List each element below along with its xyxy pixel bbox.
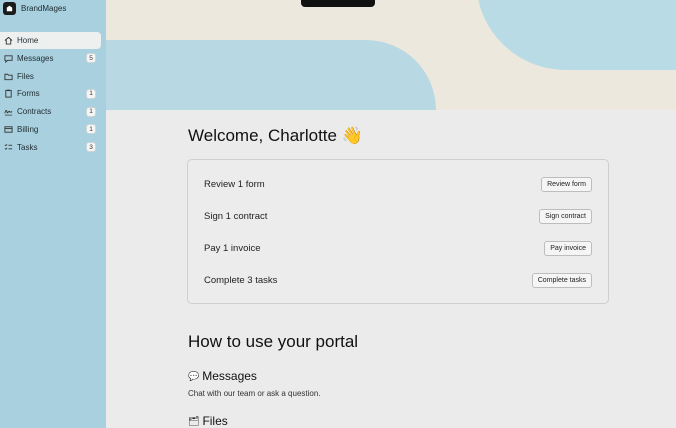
sidebar: BrandMages Home Messages 5 Files Forms 1…: [0, 0, 106, 428]
count-badge: 5: [86, 53, 96, 64]
sidebar-item-billing[interactable]: Billing 1: [0, 121, 104, 138]
section-messages: 💬 Messages: [188, 369, 257, 383]
sidebar-item-tasks[interactable]: Tasks 3: [0, 139, 104, 156]
task-label: Sign 1 contract: [204, 210, 268, 222]
review-form-button[interactable]: Review form: [541, 176, 592, 192]
count-badge: 3: [86, 142, 96, 153]
welcome-text: Welcome, Charlotte: [188, 126, 337, 145]
sidebar-item-label: Messages: [17, 53, 54, 63]
sidebar-nav: Home Messages 5 Files Forms 1 Contracts …: [0, 32, 104, 157]
section-files: 🗂 Files: [188, 414, 228, 428]
sidebar-item-label: Files: [17, 71, 34, 81]
home-icon: [3, 36, 13, 46]
welcome-heading: Welcome, Charlotte 👋: [188, 126, 363, 146]
task-row-review: Review 1 form Review form: [204, 174, 592, 194]
folder-icon: [3, 71, 13, 81]
signature-icon: [3, 107, 13, 117]
sign-contract-button[interactable]: Sign contract: [539, 208, 592, 224]
sidebar-item-forms[interactable]: Forms 1: [0, 85, 104, 102]
task-row-pay: Pay 1 invoice Pay invoice: [204, 238, 592, 258]
complete-tasks-button[interactable]: Complete tasks: [531, 272, 592, 288]
sidebar-item-label: Home: [17, 36, 39, 45]
sidebar-item-label: Contracts: [17, 107, 52, 117]
pay-invoice-button[interactable]: Pay invoice: [544, 240, 592, 256]
howto-heading: How to use your portal: [188, 332, 359, 351]
card-icon: [3, 124, 13, 134]
hero-blob-left: [106, 40, 436, 110]
sidebar-item-home[interactable]: Home: [0, 32, 101, 49]
count-badge: 1: [86, 124, 96, 135]
task-label: Pay 1 invoice: [204, 242, 261, 254]
sidebar-item-messages[interactable]: Messages 5: [0, 50, 104, 67]
brand-logo-icon: [3, 2, 16, 15]
message-icon: [3, 53, 13, 63]
file-box-icon: 🗂: [188, 415, 200, 426]
hero-banner: [106, 0, 676, 110]
sidebar-item-label: Forms: [17, 89, 40, 99]
sidebar-item-label: Tasks: [17, 142, 38, 152]
speech-bubble-icon: 💬: [188, 370, 200, 381]
task-row-sign: Sign 1 contract Sign contract: [204, 206, 592, 226]
count-badge: 1: [86, 88, 96, 99]
wave-emoji-icon: 👋: [341, 126, 363, 145]
count-badge: 1: [86, 106, 96, 117]
section-title: Messages: [202, 369, 257, 383]
sidebar-item-label: Billing: [17, 124, 39, 134]
tasks-card: Review 1 form Review form Sign 1 contrac…: [187, 159, 609, 304]
task-label: Complete 3 tasks: [204, 274, 278, 286]
brand[interactable]: BrandMages: [3, 2, 66, 15]
clipboard-icon: [3, 89, 13, 99]
checklist-icon: [3, 142, 13, 152]
sidebar-item-files[interactable]: Files: [0, 68, 104, 85]
brand-name: BrandMages: [21, 4, 67, 13]
sidebar-item-contracts[interactable]: Contracts 1: [0, 103, 104, 120]
section-description: Chat with our team or ask a question.: [188, 389, 321, 398]
task-label: Review 1 form: [204, 178, 265, 190]
screen-notch: [301, 0, 375, 7]
section-title: Files: [202, 414, 228, 428]
task-row-complete: Complete 3 tasks Complete tasks: [204, 270, 592, 290]
hero-blob-right: [476, 0, 676, 70]
